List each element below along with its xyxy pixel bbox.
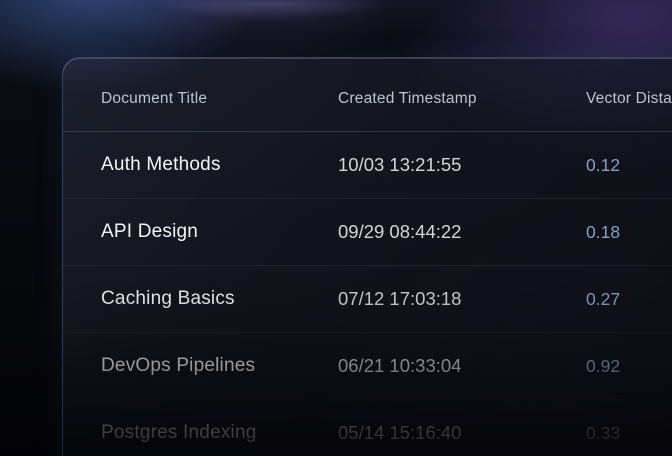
vector-distance-cell: 0.12 <box>586 155 672 176</box>
created-timestamp-cell: 06/21 10:33:04 <box>338 355 586 377</box>
table-body: Auth Methods 10/03 13:21:55 0.12 API Des… <box>63 132 672 456</box>
table-row[interactable]: DevOps Pipelines 06/21 10:33:04 0.92 <box>63 333 672 400</box>
column-header-created-timestamp: Created Timestamp <box>338 90 586 108</box>
documents-table: Document Title Created Timestamp Vector … <box>63 58 672 456</box>
vector-distance-cell: 0.27 <box>586 289 672 310</box>
table-header-row: Document Title Created Timestamp Vector … <box>63 58 672 132</box>
screenshot-background: Document Title Created Timestamp Vector … <box>0 0 672 456</box>
created-timestamp-cell: 10/03 13:21:55 <box>338 154 586 176</box>
documents-table-panel: Document Title Created Timestamp Vector … <box>62 57 672 456</box>
top-glow-streak <box>140 0 400 26</box>
vector-distance-cell: 0.18 <box>586 222 672 243</box>
document-title-cell: Postgres Indexing <box>101 422 338 444</box>
table-row[interactable]: Auth Methods 10/03 13:21:55 0.12 <box>63 132 672 199</box>
created-timestamp-cell: 09/29 08:44:22 <box>338 221 586 243</box>
document-title-cell: DevOps Pipelines <box>101 355 338 377</box>
created-timestamp-cell: 07/12 17:03:18 <box>338 288 586 310</box>
table-row[interactable]: Caching Basics 07/12 17:03:18 0.27 <box>63 266 672 333</box>
column-header-document-title: Document Title <box>101 90 338 108</box>
vector-distance-cell: 0.33 <box>586 423 672 444</box>
vector-distance-cell: 0.92 <box>586 356 672 377</box>
table-row[interactable]: Postgres Indexing 05/14 15:16:40 0.33 <box>63 400 672 456</box>
document-title-cell: API Design <box>101 221 338 243</box>
document-title-cell: Auth Methods <box>101 154 338 176</box>
column-header-vector-distance: Vector Distance <box>586 90 672 108</box>
created-timestamp-cell: 05/14 15:16:40 <box>338 422 586 444</box>
document-title-cell: Caching Basics <box>101 288 338 310</box>
table-row[interactable]: API Design 09/29 08:44:22 0.18 <box>63 199 672 266</box>
